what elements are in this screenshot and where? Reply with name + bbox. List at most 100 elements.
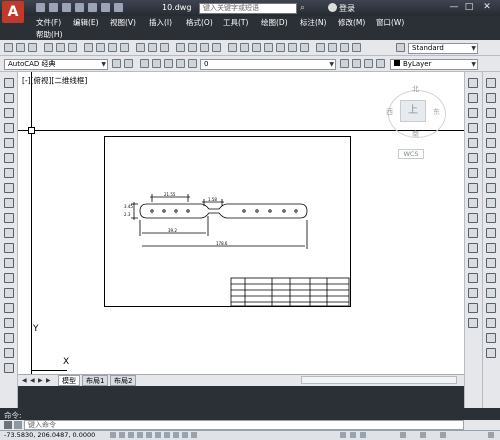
search-icon[interactable]: ⌕ (300, 3, 310, 13)
menu-dimension[interactable]: 标注(N) (300, 17, 326, 28)
tab-layout2[interactable]: 布局2 (110, 375, 137, 386)
save-as-icon[interactable] (75, 3, 84, 12)
sun-icon[interactable] (176, 59, 185, 68)
layer-manager-icon[interactable] (140, 59, 149, 68)
last-tab-arrow-icon[interactable]: ▶ (46, 377, 53, 384)
command-search-icon[interactable] (14, 421, 22, 429)
ordinate-dim-icon[interactable] (486, 123, 496, 133)
layer-previous-icon[interactable] (352, 59, 361, 68)
grid-toggle-icon[interactable] (119, 432, 125, 438)
copy-object-icon[interactable] (468, 93, 478, 103)
viewcube-south[interactable]: 南 (412, 129, 419, 139)
offset-icon[interactable] (468, 123, 478, 133)
menu-tools[interactable]: 工具(T) (223, 17, 248, 28)
print-icon[interactable] (88, 3, 97, 12)
match-properties-icon[interactable] (120, 43, 129, 52)
ellipse-icon[interactable] (4, 213, 14, 223)
continue-dim-icon[interactable] (486, 228, 496, 238)
region-icon[interactable] (4, 318, 14, 328)
quick-view-layouts-icon[interactable] (350, 432, 356, 438)
insert-block-icon[interactable] (4, 243, 14, 253)
layer-unisolate-icon[interactable] (376, 59, 385, 68)
properties-icon[interactable] (228, 43, 237, 52)
zoom-previous-icon[interactable] (212, 43, 221, 52)
chamfer-icon[interactable] (468, 288, 478, 298)
design-center-icon[interactable] (240, 43, 249, 52)
app-logo[interactable]: A (2, 1, 24, 23)
lock-icon[interactable] (188, 59, 197, 68)
spline-icon[interactable] (4, 198, 14, 208)
aligned-dim-icon[interactable] (486, 93, 496, 103)
next-tab-arrow-icon[interactable]: ▶ (38, 377, 45, 384)
dim-space-icon[interactable] (486, 243, 496, 253)
inspection-icon[interactable] (486, 303, 496, 313)
open-icon[interactable] (16, 43, 25, 52)
wcs-menu-button[interactable]: WCS (398, 149, 424, 159)
radius-dim-icon[interactable] (486, 138, 496, 148)
scale-icon[interactable] (468, 183, 478, 193)
linear-dim-icon[interactable] (486, 78, 496, 88)
explode-icon[interactable] (468, 318, 478, 328)
baseline-dim-icon[interactable] (486, 213, 496, 223)
undo-icon[interactable] (101, 3, 110, 12)
close-button[interactable]: ✕ (481, 2, 493, 12)
user-icon[interactable] (328, 3, 337, 12)
redo-icon[interactable] (114, 3, 123, 12)
angular-dim-icon[interactable] (486, 183, 496, 193)
dim-text-edit-icon[interactable] (486, 333, 496, 343)
tab-model[interactable]: 模型 (58, 375, 80, 386)
hatch-icon[interactable] (4, 288, 14, 298)
menu-insert[interactable]: 插入(I) (149, 17, 172, 28)
workspace-switch-icon[interactable] (420, 432, 426, 438)
prev-tab-arrow-icon[interactable]: ◀ (30, 377, 37, 384)
erase-icon[interactable] (468, 78, 478, 88)
preview-icon[interactable] (56, 43, 65, 52)
dyn-toggle-icon[interactable] (173, 432, 179, 438)
annotation-scale-icon[interactable] (400, 432, 406, 438)
viewcube-west[interactable]: 西 (386, 107, 393, 117)
mirror-icon[interactable] (468, 108, 478, 118)
dim-update-icon[interactable] (486, 348, 496, 358)
coordinate-readout[interactable]: -73.5830, 206.0487, 0.0000 (4, 430, 95, 440)
table-icon[interactable] (4, 333, 14, 343)
cut-icon[interactable] (84, 43, 93, 52)
redo-toolbar-icon[interactable] (160, 43, 169, 52)
save-toolbar-icon[interactable] (28, 43, 37, 52)
menu-format[interactable]: 格式(O) (186, 17, 213, 28)
table-style-icon[interactable] (340, 43, 349, 52)
jogged-dim-icon[interactable] (486, 153, 496, 163)
break-icon[interactable] (468, 258, 478, 268)
arc-icon[interactable] (4, 153, 14, 163)
diameter-dim-icon[interactable] (486, 168, 496, 178)
clean-screen-icon[interactable] (488, 432, 494, 438)
publish-icon[interactable] (68, 43, 77, 52)
break-at-point-icon[interactable] (468, 243, 478, 253)
stretch-icon[interactable] (468, 198, 478, 208)
viewcube-east[interactable]: 东 (433, 107, 440, 117)
lock-ui-icon[interactable] (440, 432, 446, 438)
block-editor-icon[interactable] (136, 43, 145, 52)
tab-layout1[interactable]: 布局1 (82, 375, 109, 386)
color-select[interactable]: ByLayer ▼ (390, 59, 478, 70)
ortho-toggle-icon[interactable] (128, 432, 134, 438)
menu-edit[interactable]: 编辑(E) (73, 17, 99, 28)
move-icon[interactable] (468, 153, 478, 163)
pan-icon[interactable] (176, 43, 185, 52)
menu-view[interactable]: 视图(V) (110, 17, 136, 28)
maximize-button[interactable]: □ (463, 2, 475, 12)
trim-icon[interactable] (468, 213, 478, 223)
rotate-icon[interactable] (468, 168, 478, 178)
line-tool-icon[interactable] (4, 78, 14, 88)
new-icon[interactable] (4, 43, 13, 52)
multileader-style-icon[interactable] (352, 43, 361, 52)
layer-select[interactable]: 0 ▼ (200, 59, 336, 70)
menu-modify[interactable]: 修改(M) (338, 17, 365, 28)
text-style-icon[interactable] (316, 43, 325, 52)
wrench-icon[interactable] (4, 421, 12, 429)
ellipse-arc-icon[interactable] (4, 228, 14, 238)
multiline-text-icon[interactable] (4, 348, 14, 358)
snap-toggle-icon[interactable] (110, 432, 116, 438)
polar-toggle-icon[interactable] (137, 432, 143, 438)
gradient-icon[interactable] (4, 303, 14, 313)
plot-icon[interactable] (44, 43, 53, 52)
